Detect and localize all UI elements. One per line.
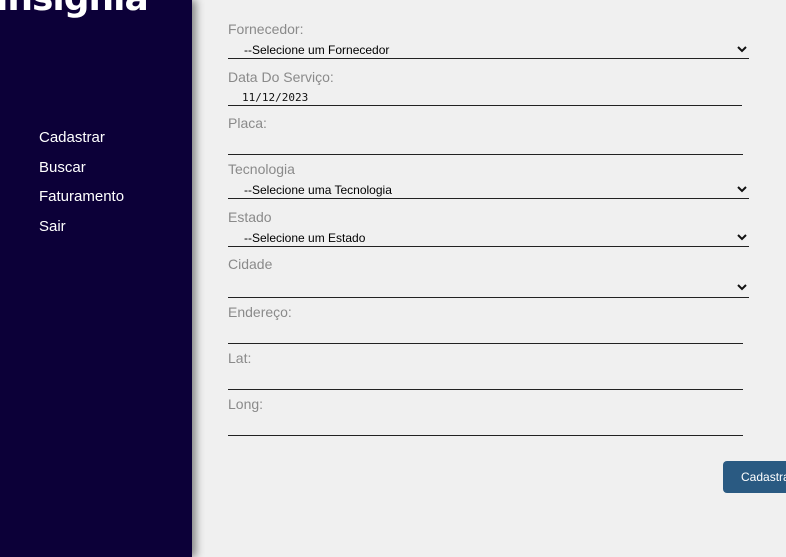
fornecedor-select[interactable]: --Selecione um Fornecedor <box>228 41 749 59</box>
lat-input[interactable] <box>228 370 743 390</box>
lat-label: Lat: <box>228 350 252 366</box>
cadastrar-button[interactable]: Cadastrar <box>723 461 786 493</box>
estado-field: Estado --Selecione um Estado <box>228 209 749 247</box>
long-field: Long: <box>228 396 743 436</box>
estado-selected: --Selecione um Estado <box>244 231 366 245</box>
long-label: Long: <box>228 396 264 412</box>
fornecedor-field: Fornecedor: --Selecione um Fornecedor <box>228 21 749 59</box>
data-servico-field: Data Do Serviço: 11/12/2023 <box>228 69 742 106</box>
estado-label: Estado <box>228 209 272 225</box>
sidebar-item-cadastrar[interactable]: Cadastrar <box>39 128 124 158</box>
brand-logo: insignia <box>0 0 149 19</box>
placa-input[interactable] <box>228 135 743 155</box>
chevron-down-icon <box>737 234 747 241</box>
tecnologia-selected: --Selecione uma Tecnologia <box>244 183 392 197</box>
endereco-input[interactable] <box>228 324 743 344</box>
chevron-down-icon <box>737 46 747 53</box>
lat-field: Lat: <box>228 350 743 390</box>
chevron-down-icon <box>737 284 747 291</box>
tecnologia-field: Tecnologia --Selecione uma Tecnologia <box>228 161 749 199</box>
sidebar-item-faturamento[interactable]: Faturamento <box>39 187 124 217</box>
data-servico-input[interactable]: 11/12/2023 <box>228 89 742 106</box>
placa-field: Placa: <box>228 115 743 155</box>
endereco-field: Endereço: <box>228 304 743 344</box>
sidebar: insignia Cadastrar Buscar Faturamento Sa… <box>0 0 192 557</box>
estado-select[interactable]: --Selecione um Estado <box>228 229 749 247</box>
fornecedor-selected: --Selecione um Fornecedor <box>244 43 390 57</box>
endereco-label: Endereço: <box>228 304 292 320</box>
chevron-down-icon <box>737 186 747 193</box>
placa-label: Placa: <box>228 115 267 131</box>
tecnologia-select[interactable]: --Selecione uma Tecnologia <box>228 181 749 199</box>
tecnologia-label: Tecnologia <box>228 161 295 177</box>
sidebar-nav: Cadastrar Buscar Faturamento Sair <box>39 128 124 246</box>
cidade-label: Cidade <box>228 256 273 272</box>
cidade-select[interactable] <box>228 276 749 298</box>
sidebar-item-sair[interactable]: Sair <box>39 217 124 247</box>
logo-text: insignia <box>0 0 149 19</box>
cidade-field: Cidade <box>228 256 749 298</box>
sidebar-item-buscar[interactable]: Buscar <box>39 158 124 188</box>
main-content: Fornecedor: --Selecione um Fornecedor Da… <box>192 0 786 557</box>
data-servico-label: Data Do Serviço: <box>228 69 334 85</box>
fornecedor-label: Fornecedor: <box>228 21 304 37</box>
long-input[interactable] <box>228 416 743 436</box>
